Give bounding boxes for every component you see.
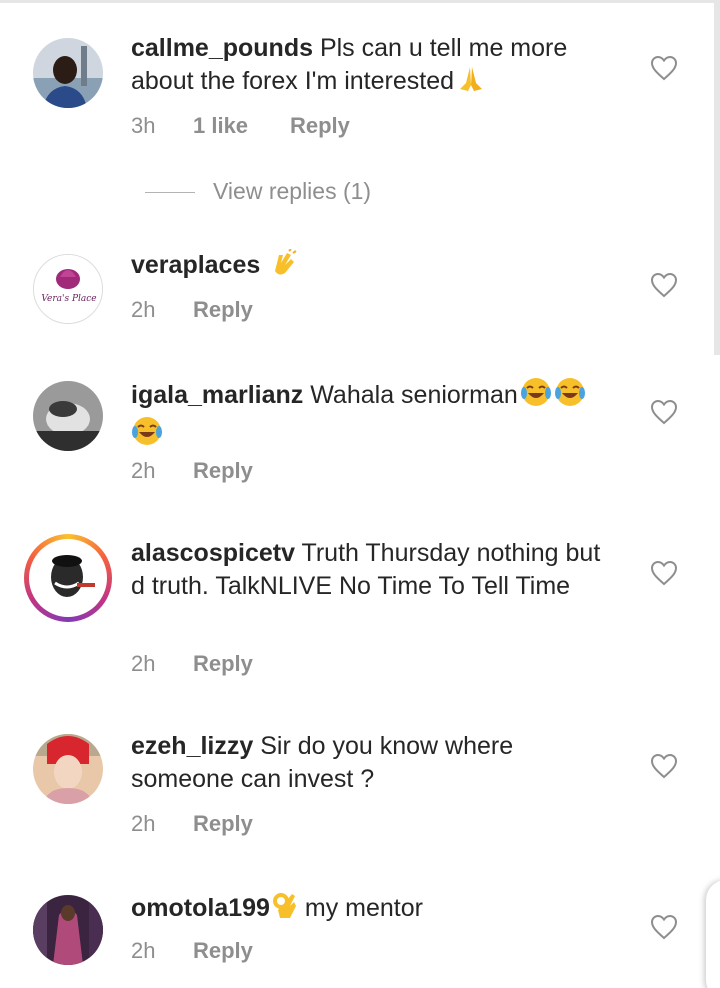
username[interactable]: omotola199	[131, 894, 270, 922]
scrollbar[interactable]	[714, 0, 720, 355]
heart-icon[interactable]	[650, 55, 678, 81]
profile-photo-icon	[33, 38, 103, 108]
reply-button[interactable]: Reply	[193, 297, 253, 323]
heart-icon[interactable]	[650, 753, 678, 779]
username[interactable]: igala_marlianz	[131, 381, 303, 409]
avatar[interactable]: Vera's Place	[33, 254, 103, 324]
comment-text: my mentor	[297, 894, 423, 922]
avatar[interactable]	[33, 381, 103, 451]
likes-count[interactable]: 1 like	[193, 113, 290, 139]
username[interactable]: ezeh_lizzy	[131, 732, 253, 760]
reply-button[interactable]: Reply	[193, 651, 253, 677]
username[interactable]: veraplaces	[131, 251, 260, 279]
avatar[interactable]	[33, 734, 103, 804]
comment-time: 2h	[131, 651, 156, 676]
logo-text: Vera's Place	[41, 294, 96, 304]
floating-edge-handle[interactable]	[706, 880, 720, 988]
comment-time: 2h	[131, 458, 156, 483]
comment-text	[260, 251, 267, 279]
clapping-hands-icon	[269, 248, 299, 286]
folded-hands-icon	[456, 65, 486, 102]
face-with-tears-of-joy-icon	[520, 377, 552, 416]
comment-time: 2h	[131, 811, 156, 836]
view-replies-label: View replies (1)	[213, 178, 372, 204]
replies-divider-line	[145, 192, 195, 194]
face-with-tears-of-joy-icon	[131, 416, 163, 455]
avatar-with-story-ring[interactable]	[24, 534, 112, 622]
profile-illustration-icon	[33, 543, 103, 613]
comment-text: Wahala seniorman	[303, 381, 518, 409]
comment-time: 3h	[131, 113, 156, 138]
username[interactable]: callme_pounds	[131, 34, 313, 62]
veras-place-logo-icon: Vera's Place	[34, 255, 102, 323]
comments-screen: callme_pounds Pls can u tell me more abo…	[0, 0, 720, 988]
ok-hand-icon	[272, 890, 298, 929]
reply-button[interactable]: Reply	[193, 938, 253, 964]
heart-icon[interactable]	[650, 560, 678, 586]
comment-time: 2h	[131, 938, 156, 963]
heart-icon[interactable]	[650, 399, 678, 425]
comment-time: 2h	[131, 297, 156, 322]
username[interactable]: alascospicetv	[131, 539, 295, 567]
reply-button[interactable]: Reply	[193, 458, 253, 484]
profile-photo-icon	[33, 381, 103, 451]
heart-icon[interactable]	[650, 272, 678, 298]
avatar[interactable]	[33, 38, 103, 108]
avatar[interactable]	[33, 895, 103, 965]
reply-button[interactable]: Reply	[193, 811, 253, 837]
face-with-tears-of-joy-icon	[554, 377, 586, 416]
top-divider	[0, 0, 720, 3]
heart-icon[interactable]	[650, 914, 678, 940]
avatar-image	[33, 543, 103, 613]
reply-button[interactable]: Reply	[290, 113, 350, 139]
view-replies-button[interactable]: View replies (1)	[145, 178, 371, 205]
profile-photo-icon	[33, 895, 103, 965]
profile-photo-icon	[33, 734, 103, 804]
avatar-inner	[29, 539, 107, 617]
